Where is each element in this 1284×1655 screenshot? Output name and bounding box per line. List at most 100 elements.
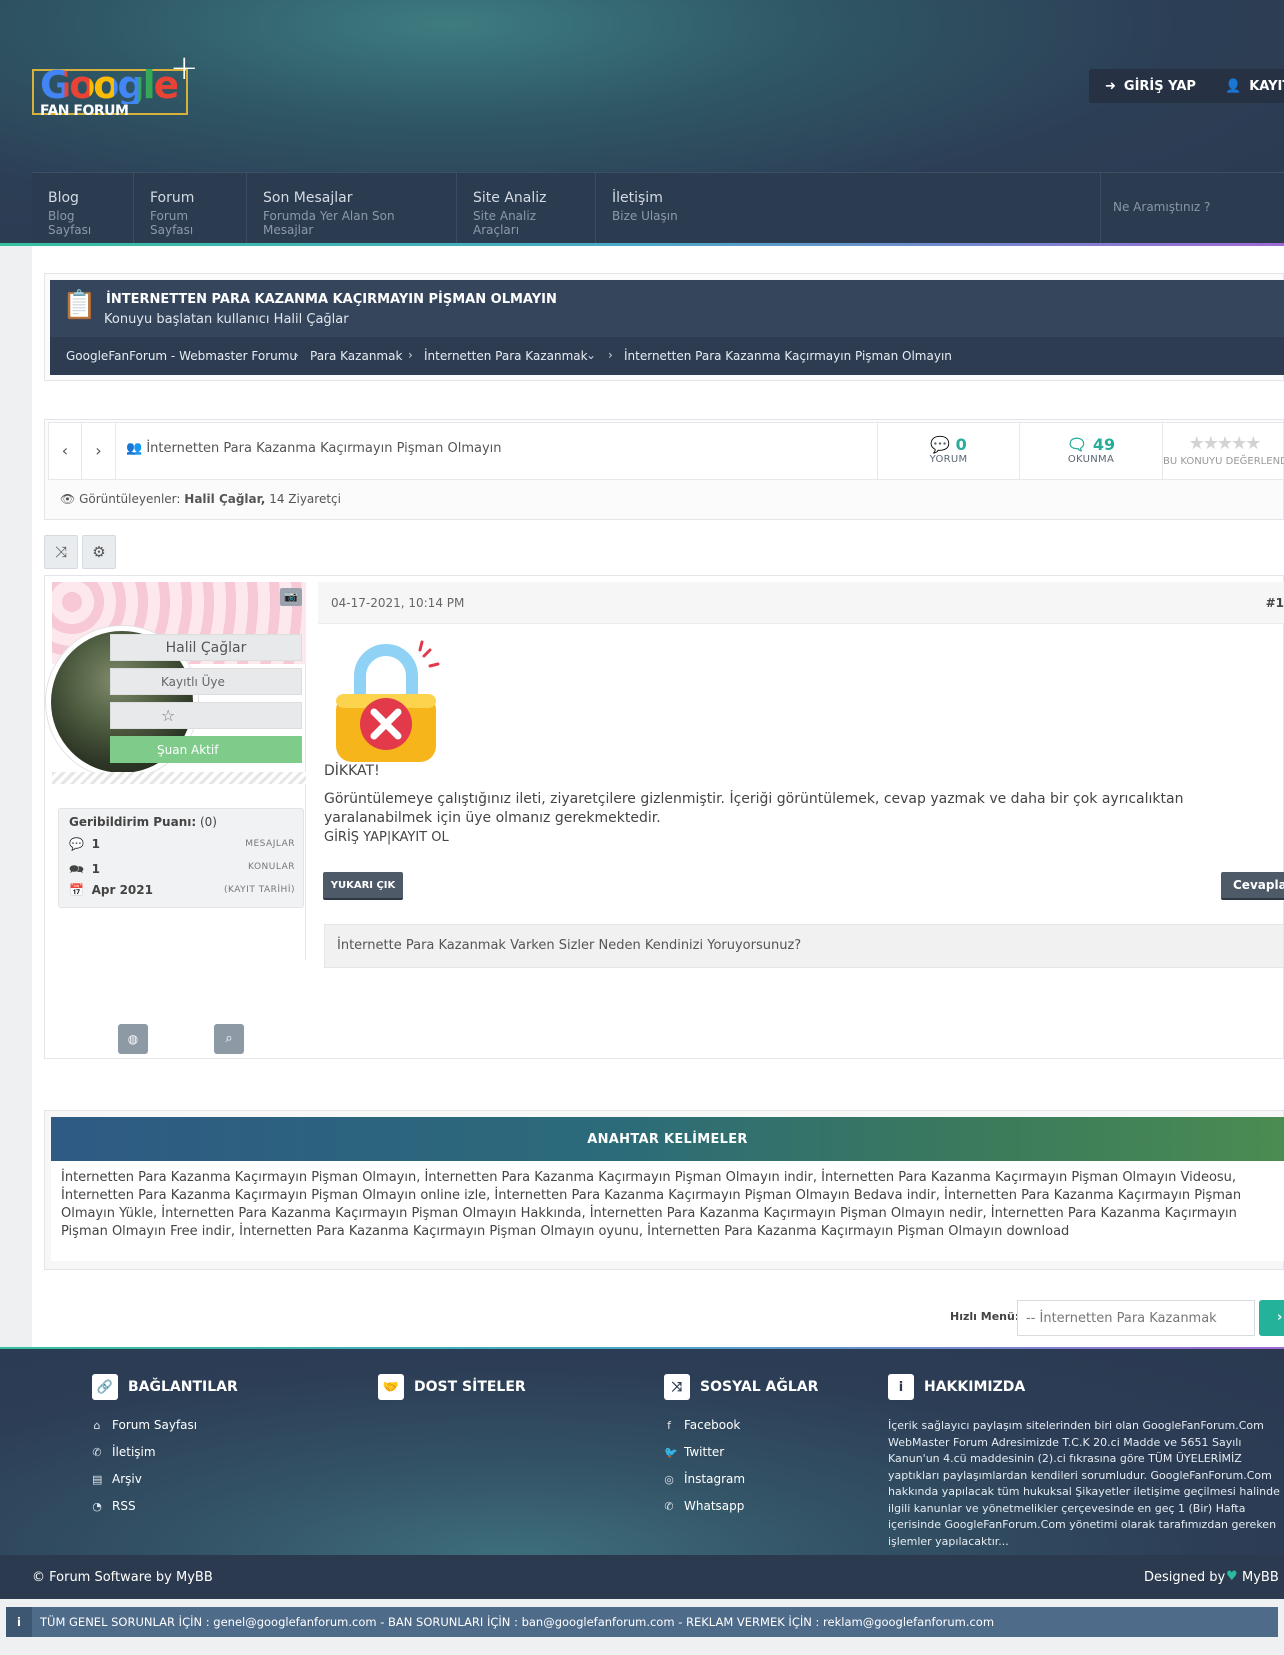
designer-link[interactable]: MyBB D: [1242, 1570, 1284, 1585]
comments-stat: 💬 0 YORUM: [878, 423, 1020, 479]
rating-widget[interactable]: ★★★★★ BU KONUYU DEĞERLENDİR: [1163, 423, 1284, 479]
site-logo[interactable]: Google FAN FORUM +: [32, 51, 204, 121]
reads-stat: 🗨 49 OKUNMA: [1020, 423, 1163, 479]
joined-label: (KAYIT TARİHİ): [223, 885, 295, 895]
nav-item-subtitle: Forumda Yer Alan Son Mesajlar: [263, 209, 395, 237]
messages-count[interactable]: 1: [92, 837, 100, 851]
comments-label: YORUM: [929, 454, 968, 465]
feedback-row: Geribildirim Puanı: (0): [69, 815, 217, 829]
topic-header: 📋 İNTERNETTEN PARA KAZANMA KAÇIRMAYIN Pİ…: [50, 280, 1284, 375]
footer-link-archive[interactable]: ▤ Arşiv: [92, 1472, 142, 1486]
joined-date: Apr 2021: [91, 883, 153, 897]
quick-menu-go-button[interactable]: ›: [1259, 1300, 1284, 1336]
keywords-text: İnternetten Para Kazanma Kaçırmayın Pişm…: [51, 1161, 1284, 1261]
thread-bar-title-cell: 👥 İnternetten Para Kazanma Kaçırmayın Pi…: [116, 423, 878, 479]
about-text: İçerik sağlayıcı paylaşım sitelerinden b…: [888, 1419, 1280, 1548]
main-nav: Blog Blog Sayfası Forum Forum Sayfası So…: [32, 172, 1284, 244]
thread-tools-button[interactable]: ⚙: [82, 535, 116, 569]
social-link-twitter[interactable]: 🐦 Twitter: [664, 1445, 724, 1459]
about-heading: i HAKKIMIZDA: [888, 1374, 1025, 1400]
nav-search-input[interactable]: Ne Aramıştınız ?: [1100, 173, 1284, 244]
copyright-bar: © Forum Software by MyBB Designed by ♥ M…: [0, 1555, 1284, 1599]
twitter-icon: 🐦: [664, 1445, 678, 1459]
comments-count: 0: [955, 435, 967, 454]
rating-stars[interactable]: ★★★★★: [1163, 435, 1284, 453]
topic-starter: Konuyu başlatan kullanıcı Halil Çağlar: [104, 312, 349, 327]
users-icon: 👥: [126, 441, 143, 456]
globe-icon: ◍: [127, 1032, 139, 1046]
messages-row: 💬 1 MESAJLAR: [69, 837, 295, 851]
register-button[interactable]: 👤 KAYIT: [1209, 69, 1284, 103]
topics-row: 🗪 1 KONULAR: [69, 860, 295, 881]
footer-link-label: Forum Sayfası: [112, 1418, 198, 1432]
footer-link-label: Arşiv: [112, 1472, 142, 1486]
star-icon: ☆: [110, 702, 302, 729]
thread-bar-title: İnternetten Para Kazanma Kaçırmayın Pişm…: [146, 441, 502, 456]
find-posts-button[interactable]: ⌕: [214, 1024, 244, 1054]
login-button-label: GİRİŞ YAP: [1123, 78, 1196, 94]
quick-menu-label: Hızlı Menü:: [950, 1310, 1020, 1323]
footer-link-rss[interactable]: ◔ RSS: [92, 1499, 135, 1513]
phone-icon: ✆: [92, 1445, 102, 1459]
nav-item-contact[interactable]: İletişim Bize Ulaşın: [596, 173, 704, 244]
reads-count: 49: [1092, 435, 1116, 454]
nav-item-title: Site Analiz: [473, 190, 547, 206]
breadcrumb-current: İnternetten Para Kazanma Kaçırmayın Pişm…: [624, 349, 952, 363]
link-icon: 🔗: [92, 1374, 118, 1400]
logo-plus-mark: +: [170, 48, 199, 88]
breadcrumb-forum[interactable]: İnternetten Para Kazanmak: [424, 349, 588, 363]
usergroup: Kayıtlı Üye: [110, 668, 302, 695]
designed-by-label: Designed by: [1144, 1570, 1226, 1585]
comments-icon: 🗪: [69, 862, 84, 876]
chevron-down-icon[interactable]: ⌄: [586, 348, 596, 362]
gears-icon: ⚙: [92, 543, 106, 561]
nav-item-title: İletişim: [612, 190, 663, 206]
nav-item-blog[interactable]: Blog Blog Sayfası: [32, 173, 134, 244]
footer-link-contact[interactable]: ✆ İletişim: [92, 1445, 155, 1459]
archive-icon: ▤: [92, 1472, 103, 1486]
next-thread-arrow[interactable]: ›: [82, 423, 116, 479]
user-stats: Geribildirim Puanı: (0) 💬 1 MESAJLAR 🗪 1…: [58, 808, 304, 908]
nav-item-recent-posts[interactable]: Son Mesajlar Forumda Yer Alan Son Mesajl…: [247, 173, 457, 244]
login-button[interactable]: ➜ GİRİŞ YAP: [1089, 69, 1212, 103]
clipboard-icon: 📋: [62, 288, 97, 321]
contact-info-text: TÜM GENEL SORUNLAR İÇİN : genel@googlefa…: [40, 1615, 995, 1629]
instagram-icon: ◎: [664, 1472, 674, 1486]
footer-link-forum[interactable]: ⌂ Forum Sayfası: [92, 1418, 198, 1432]
viewers-line: 👁 Görüntüleyenler: Halil Çağlar, 14 Ziya…: [60, 492, 341, 506]
username[interactable]: Halil Çağlar: [110, 634, 302, 661]
feedback-value[interactable]: (0): [200, 815, 217, 829]
share-button[interactable]: ⤨: [44, 535, 78, 569]
nav-item-title: Son Mesajlar: [263, 190, 353, 206]
breadcrumb-home[interactable]: GoogleFanForum - Webmaster Forumu: [66, 349, 297, 363]
card-divider: [52, 772, 306, 784]
website-button[interactable]: ◍: [118, 1024, 148, 1054]
nav-item-subtitle: Site Analiz Araçları: [473, 209, 536, 237]
nav-item-subtitle: Bize Ulaşın: [612, 209, 678, 223]
reads-label: OKUNMA: [1067, 454, 1115, 465]
topics-count[interactable]: 1: [92, 862, 100, 876]
social-link-instagram[interactable]: ◎ İnstagram: [664, 1472, 745, 1486]
social-link-whatsapp[interactable]: ✆ Whatsapp: [664, 1499, 744, 1513]
breadcrumb-category[interactable]: Para Kazanmak: [310, 349, 402, 363]
viewer-user-link[interactable]: Halil Çağlar,: [184, 492, 265, 506]
similar-thread-link[interactable]: İnternette Para Kazanmak Varken Sizler N…: [324, 924, 1284, 968]
previous-thread-arrow[interactable]: ‹: [49, 423, 82, 479]
login-register-link[interactable]: GİRİŞ YAP|KAYIT OL: [324, 828, 1284, 847]
social-link-facebook[interactable]: f Facebook: [664, 1418, 740, 1432]
nav-item-subtitle: Blog Sayfası: [48, 209, 92, 237]
copyright-text[interactable]: © Forum Software by MyBB: [32, 1570, 213, 1585]
post-number[interactable]: #1: [1266, 596, 1284, 610]
eye-icon: 👁: [60, 492, 76, 506]
reply-button[interactable]: Cevapla: [1221, 872, 1284, 900]
post-header: 04-17-2021, 10:14 PM #1: [318, 582, 1284, 624]
whatsapp-icon: ✆: [664, 1499, 674, 1513]
logo-wordmark: Google: [40, 63, 179, 107]
nav-item-forum[interactable]: Forum Forum Sayfası: [134, 173, 247, 244]
quick-menu-select[interactable]: -- İnternetten Para Kazanmak: [1017, 1300, 1255, 1336]
rating-label: BU KONUYU DEĞERLENDİR: [1163, 456, 1284, 467]
nav-item-site-analysis[interactable]: Site Analiz Site Analiz Araçları: [457, 173, 596, 244]
social-heading: ⤨ SOSYAL AĞLAR: [664, 1374, 818, 1400]
camera-icon[interactable]: 📷: [280, 588, 302, 606]
back-to-top-button[interactable]: YUKARI ÇIK: [323, 872, 403, 900]
